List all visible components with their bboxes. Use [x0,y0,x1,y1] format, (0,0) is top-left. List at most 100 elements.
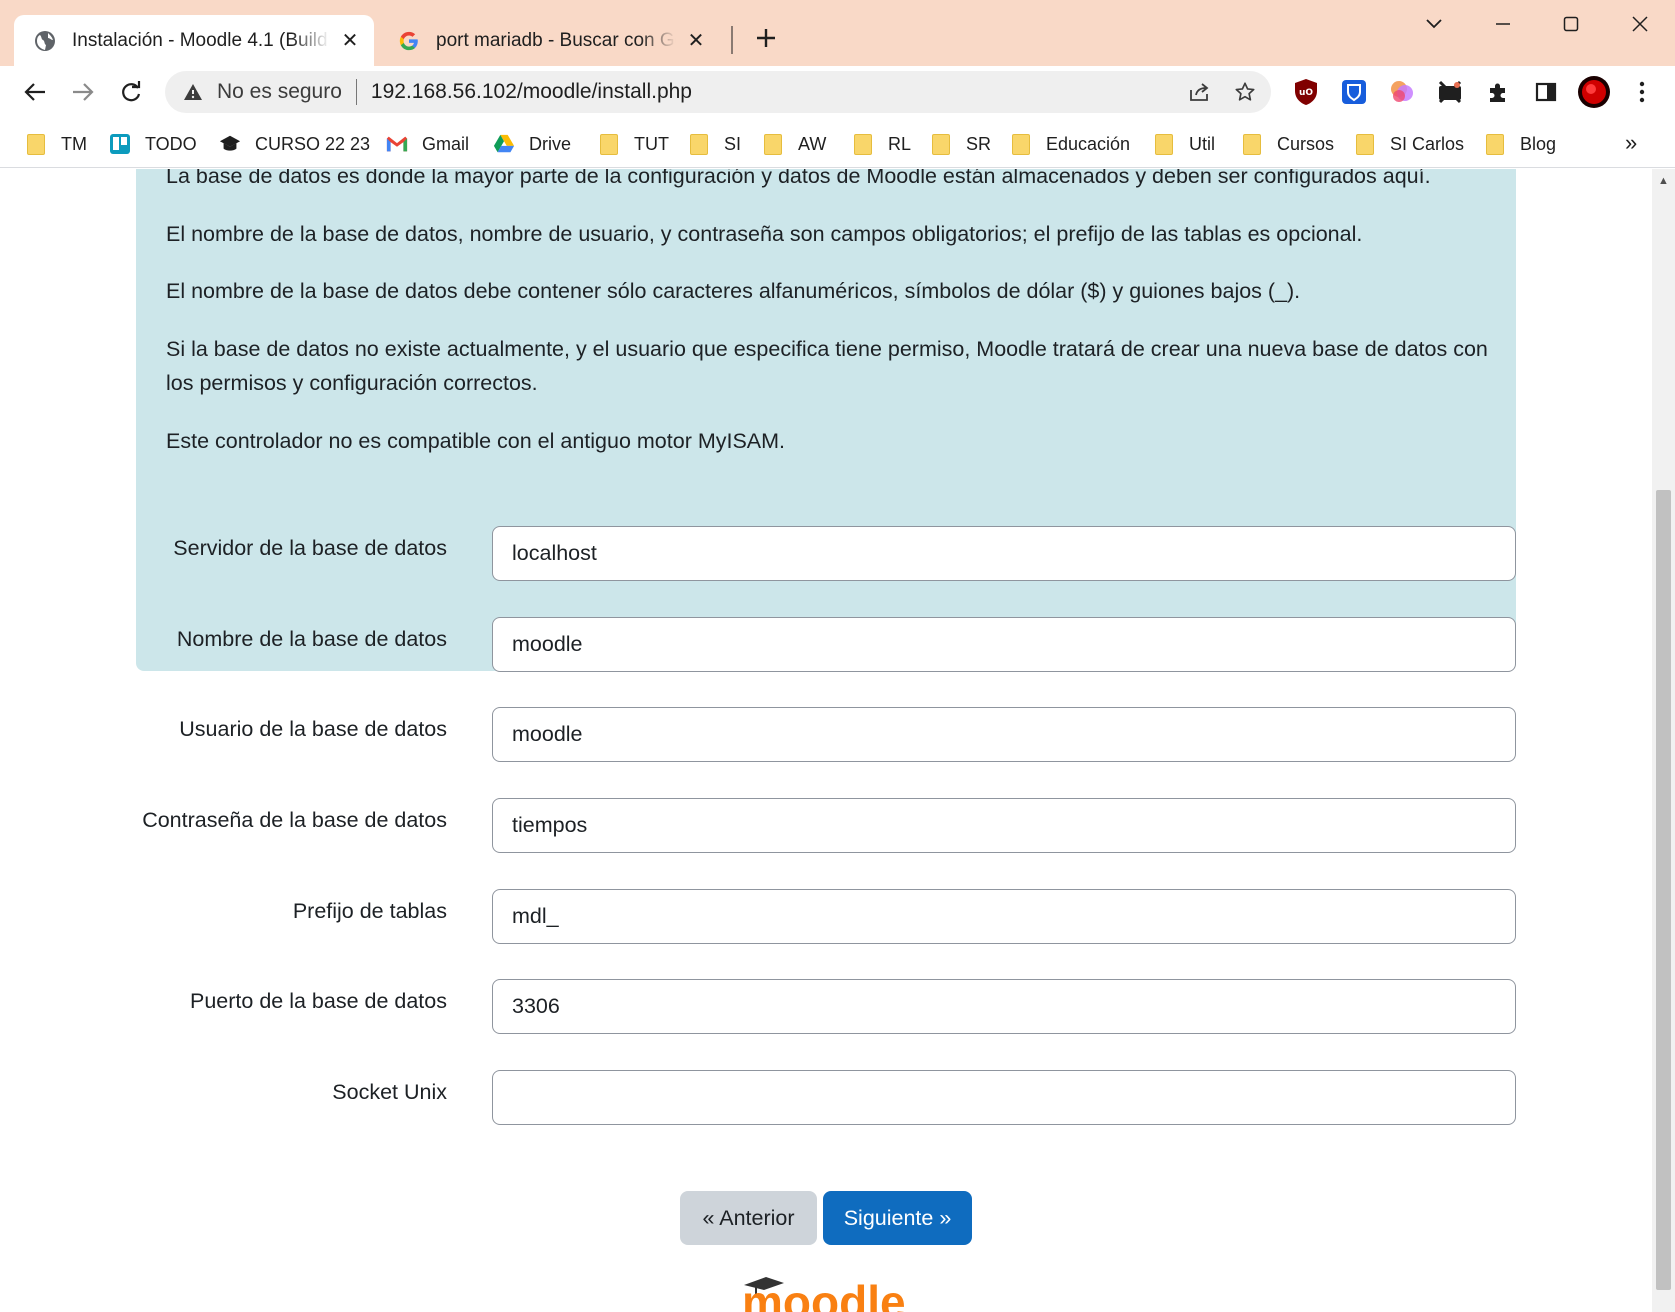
info-paragraph: Si la base de datos no existe actualment… [166,337,1488,395]
bookmark-drive[interactable]: Drive [493,128,571,160]
dbname-input[interactable] [492,617,1516,672]
dbpass-input[interactable] [492,798,1516,853]
reload-button[interactable] [111,72,151,112]
title-bar: Instalación - Moodle 4.1 (Build: 2 ✕ por… [0,0,1675,66]
folder-icon [25,133,47,155]
close-window-button[interactable] [1611,4,1669,44]
bookmark-label: AW [798,133,827,154]
previous-button[interactable]: « Anterior [680,1191,817,1245]
bookmarks-overflow-button[interactable]: » [1625,130,1637,156]
gmail-icon [386,133,408,155]
dbname-label: Nombre de la base de datos [176,627,447,651]
avatar[interactable] [1574,72,1614,112]
more-vertical-icon[interactable] [1622,72,1662,112]
scrollbar-thumb[interactable] [1656,490,1671,1290]
dbuser-input[interactable] [492,707,1516,762]
drive-icon [493,133,515,155]
forward-button[interactable] [63,72,103,112]
bookmark-tut[interactable]: TUT [598,128,669,160]
bookmark-label: SI Carlos [1390,133,1465,154]
close-icon[interactable]: ✕ [682,27,710,55]
globe-icon [32,28,58,54]
bookmark-label: SR [966,133,992,154]
browser-toolbar: No es seguro 192.168.56.102/moodle/insta… [0,66,1675,120]
google-icon [396,28,422,54]
folder-icon [930,133,952,155]
bookmark-util[interactable]: Util [1153,128,1215,160]
bookmarks-bar: TM TODO CURSO 22 23 Gmail Drive TUT SI A… [0,120,1675,168]
share-icon[interactable] [1179,72,1219,112]
bookmark-aw[interactable]: AW [762,128,826,160]
minimize-button[interactable] [1474,4,1532,44]
bookmark-label: Blog [1520,133,1557,154]
url-text[interactable]: 192.168.56.102/moodle/install.php [371,80,1179,104]
database-info-alert: La base de datos es donde la mayor parte… [136,169,1516,671]
host-input[interactable] [492,526,1516,581]
bookmark-blog[interactable]: Blog [1484,128,1556,160]
bookmark-tm[interactable]: TM [25,128,87,160]
bookmark-label: SI [724,133,742,154]
svg-text:uO: uO [1299,88,1313,98]
tab-title: port mariadb - Buscar con Google [436,29,676,51]
side-panel-icon[interactable] [1526,72,1566,112]
tab-moodle-install[interactable]: Instalación - Moodle 4.1 (Build: 2 ✕ [14,15,374,66]
address-bar[interactable]: No es seguro 192.168.56.102/moodle/insta… [165,71,1271,113]
info-paragraph: El nombre de la base de datos debe conte… [166,279,1301,303]
bitwarden-icon[interactable] [1334,72,1374,112]
info-paragraph: Este controlador no es compatible con el… [166,429,786,453]
scroll-up-arrow-icon[interactable]: ▲ [1652,173,1675,189]
bookmark-si-carlos[interactable]: SI Carlos [1354,128,1464,160]
bookmark-curso[interactable]: CURSO 22 23 [219,128,370,160]
tab-separator [731,26,733,54]
security-label[interactable]: No es seguro [217,80,342,104]
bookmark-label: Cursos [1277,133,1335,154]
bookmark-rl[interactable]: RL [852,128,911,160]
warning-icon[interactable] [181,80,205,104]
bookmark-label: Util [1189,133,1215,154]
new-tab-button[interactable] [748,20,784,56]
host-label: Servidor de la base de datos [173,536,447,560]
folder-icon [1153,133,1175,155]
prefix-label: Prefijo de tablas [292,899,447,923]
maximize-button[interactable] [1542,4,1600,44]
bookmark-label: CURSO 22 23 [255,133,371,154]
scissors-extension-icon[interactable] [1430,72,1470,112]
star-icon[interactable] [1225,72,1265,112]
svg-text:moodle: moodle [742,1276,906,1312]
port-label: Puerto de la base de datos [190,989,447,1013]
folder-icon [1484,133,1506,155]
bookmark-si[interactable]: SI [688,128,741,160]
close-icon[interactable]: ✕ [336,27,364,55]
folder-icon [852,133,874,155]
socket-input[interactable] [492,1070,1516,1125]
bookmark-educacion[interactable]: Educación [1010,128,1130,160]
color-extension-icon[interactable] [1382,72,1422,112]
folder-icon [688,133,710,155]
bookmark-sr[interactable]: SR [930,128,991,160]
dbpass-label: Contraseña de la base de datos [142,808,447,832]
bookmark-todo[interactable]: TODO [109,128,197,160]
tab-title: Instalación - Moodle 4.1 (Build: 2 [72,29,330,51]
moodle-logo: moodle [742,1276,906,1312]
bookmark-label: RL [888,133,912,154]
ublock-icon[interactable]: uO [1286,72,1326,112]
prefix-input[interactable] [492,889,1516,944]
bookmark-label: TM [61,133,87,154]
next-button[interactable]: Siguiente » [823,1191,972,1245]
bookmark-label: Gmail [422,133,470,154]
graduation-cap-icon [219,133,241,155]
bookmark-label: Educación [1046,133,1131,154]
tab-google-search[interactable]: port mariadb - Buscar con Google ✕ [378,15,720,66]
back-button[interactable] [15,72,55,112]
tab-search-chevron-down-icon[interactable] [1405,4,1463,44]
bookmark-cursos[interactable]: Cursos [1241,128,1334,160]
bookmark-gmail[interactable]: Gmail [386,128,469,160]
info-paragraph: El nombre de la base de datos, nombre de… [166,222,1363,246]
info-paragraph: La base de datos es donde la mayor parte… [166,169,1431,188]
socket-label: Socket Unix [332,1080,447,1104]
bookmark-label: Drive [529,133,572,154]
vertical-scrollbar[interactable]: ▲ [1652,169,1675,1312]
puzzle-icon[interactable] [1478,72,1518,112]
port-input[interactable] [492,979,1516,1034]
folder-icon [1241,133,1263,155]
